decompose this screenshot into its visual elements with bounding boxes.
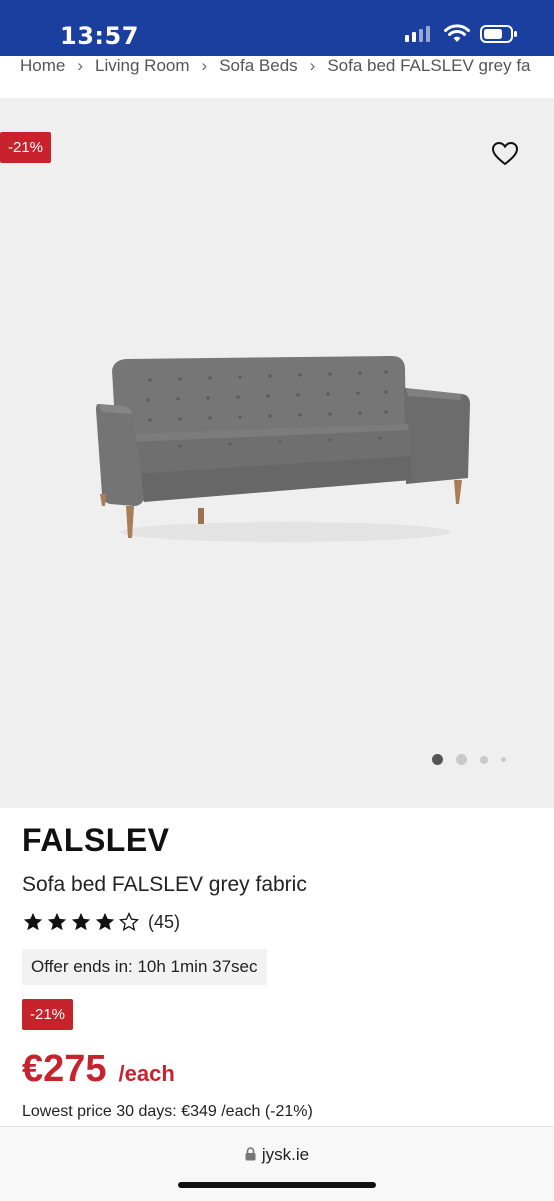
product-price: €275 xyxy=(22,1048,107,1090)
gallery-pagination[interactable] xyxy=(432,754,506,765)
url-text: jysk.ie xyxy=(261,1145,310,1164)
discount-badge: -21% xyxy=(0,132,52,163)
home-indicator xyxy=(178,1182,376,1188)
product-name: Sofa bed FALSLEV grey fabric xyxy=(22,873,307,896)
chevron-right-icon: › xyxy=(77,56,84,75)
heart-icon[interactable] xyxy=(492,142,518,166)
status-icons xyxy=(404,24,518,44)
offer-countdown: Offer ends in: 10h 1min 37sec xyxy=(22,949,267,985)
price-unit: /each xyxy=(118,1061,175,1086)
signal-icon xyxy=(405,26,430,42)
rating-stars xyxy=(22,911,140,933)
breadcrumb-current: Sofa bed FALSLEV grey fa xyxy=(327,56,531,75)
star-empty-icon xyxy=(118,911,140,932)
star-filled-icon xyxy=(23,912,43,931)
url-display[interactable]: jysk.ie xyxy=(0,1145,554,1165)
star-filled-icon xyxy=(95,912,115,931)
chevron-right-icon: › xyxy=(309,56,316,75)
breadcrumb: Home › Living Room › Sofa Beds › Sofa bed FALS… xyxy=(0,56,554,98)
product-image[interactable] xyxy=(90,348,480,558)
pagination-dot[interactable] xyxy=(456,754,467,765)
product-brand: FALSLEV xyxy=(22,822,170,858)
discount-badge: -21% xyxy=(22,999,74,1030)
product-info: FALSLEV Sofa bed FALSLEV grey fabric (45… xyxy=(22,822,532,1121)
pagination-dot[interactable] xyxy=(480,755,488,764)
wifi-icon xyxy=(444,24,470,42)
breadcrumb-home[interactable]: Home xyxy=(20,56,65,76)
star-filled-icon xyxy=(71,912,91,931)
chevron-right-icon: › xyxy=(201,56,208,75)
breadcrumb-sofa-beds[interactable]: Sofa Beds xyxy=(219,56,297,76)
pagination-dot[interactable] xyxy=(501,757,506,762)
lowest-price-note: Lowest price 30 days: €349 /each (-21%) xyxy=(22,1103,313,1120)
price-row: €275 /each xyxy=(22,1048,532,1091)
status-time: 13:57 xyxy=(60,22,139,50)
battery-icon xyxy=(480,25,517,43)
lock-icon xyxy=(245,1147,256,1161)
product-gallery[interactable]: -21% xyxy=(0,98,554,808)
star-filled-icon xyxy=(47,912,67,931)
review-count[interactable]: (45) xyxy=(148,912,180,933)
browser-url-bar[interactable]: jysk.ie xyxy=(0,1126,554,1201)
pagination-dot[interactable] xyxy=(432,754,443,765)
product-rating[interactable]: (45) xyxy=(22,907,532,937)
breadcrumb-living-room[interactable]: Living Room xyxy=(95,56,190,76)
